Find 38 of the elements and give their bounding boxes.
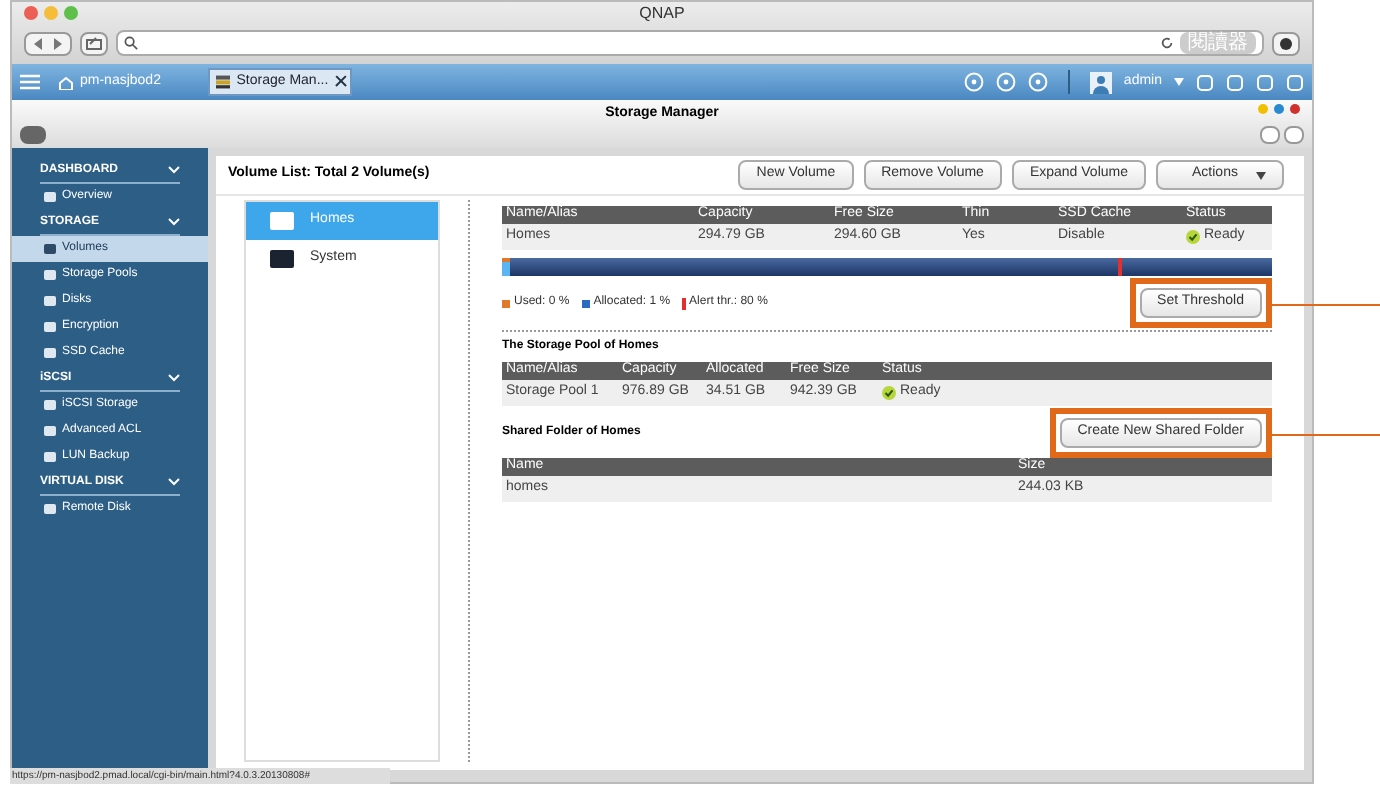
item-icon [44,244,56,254]
back-forward-button[interactable] [24,31,72,55]
disk-stack-icon [216,74,231,90]
item-icon [44,270,56,280]
caret-icon [1256,171,1266,179]
legend-swatch [502,299,510,307]
share-icon [86,36,102,50]
chevron-icon[interactable] [168,218,180,226]
item-icon [44,426,56,436]
menu-icon[interactable] [20,74,40,90]
help-button[interactable] [1284,126,1304,144]
chevron-icon[interactable] [168,166,180,174]
check-icon [1186,230,1200,244]
item-icon [44,504,56,514]
restore-icon[interactable] [1274,104,1284,114]
reload-icon [1160,36,1174,50]
item-icon [44,452,56,462]
item-icon [44,192,56,202]
settings-button[interactable] [1260,126,1280,144]
share-button[interactable] [80,31,108,55]
arrows-icon [34,37,62,49]
download-button[interactable] [1272,31,1300,55]
item-icon [44,348,56,358]
item-icon [44,400,56,410]
check-icon [882,386,896,400]
window-title: QNAP [639,1,685,25]
home-icon [58,75,74,89]
user-avatar-icon [1089,71,1112,93]
item-icon [44,322,56,332]
close-icon[interactable] [1290,104,1300,114]
item-icon [44,296,56,306]
panel-toggle-button[interactable] [20,126,46,144]
legend-swatch [581,299,590,307]
zoom-icon[interactable] [64,6,78,20]
chevron-icon[interactable] [168,478,180,486]
chevron-icon[interactable] [168,374,180,382]
close-icon[interactable] [334,76,344,88]
caret-icon[interactable] [1174,78,1184,86]
